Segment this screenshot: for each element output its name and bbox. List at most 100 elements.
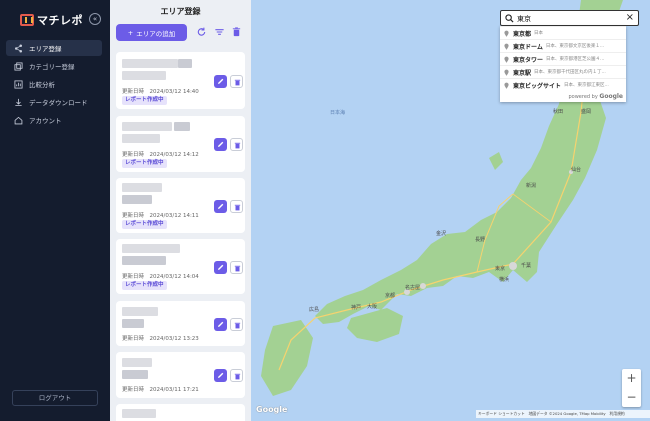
city-label-chiba: 千葉	[521, 263, 532, 269]
area-card[interactable]	[116, 404, 245, 421]
pencil-icon	[218, 264, 224, 270]
collapse-sidebar-button[interactable]: «	[89, 13, 101, 25]
map-attribution[interactable]: キーボード ショートカット 地図データ ©2024 Google, TMap M…	[476, 410, 650, 418]
plus-icon: +	[127, 28, 134, 37]
sidebar-item-area-registration[interactable]: エリア登録	[6, 40, 102, 56]
refresh-icon[interactable]	[196, 26, 207, 38]
search-suggestions: 東京都 日本 東京ドーム 日本、東京都文京区後楽１... 東京タワー 日本、東京…	[500, 26, 626, 102]
clear-search-icon[interactable]: ×	[626, 12, 634, 24]
trash-icon	[234, 322, 241, 329]
city-label-tokyo: 東京	[495, 266, 506, 272]
logout-button[interactable]: ログアウト	[12, 390, 98, 406]
city-label-niigata: 新潟	[526, 183, 537, 189]
sidebar: マチレポ « エリア登録 カテゴリー登録 比較分析 データダウンロード アカウン…	[0, 0, 110, 421]
area-list-panel: エリア登録 + エリアの追加 更新日時 2024/03/12 14:40 レポー…	[110, 0, 251, 421]
updated-at: 更新日時 2024/03/12 14:04	[122, 274, 199, 280]
suggestion-item[interactable]: 東京タワー 日本、東京都港区芝公園４...	[500, 52, 626, 65]
trash-icon	[234, 204, 241, 211]
delete-button[interactable]	[230, 200, 243, 213]
trash-icon	[234, 142, 241, 149]
sidebar-item-category-registration[interactable]: カテゴリー登録	[6, 58, 102, 74]
status-badge: レポート作成中	[122, 281, 167, 290]
area-card[interactable]: 更新日時 2024/03/12 14:11 レポート作成中	[116, 178, 245, 233]
sidebar-item-label: 比較分析	[29, 81, 55, 89]
home-icon	[14, 116, 23, 125]
share-icon	[14, 44, 23, 53]
city-label-morioka: 盛岡	[581, 109, 592, 115]
city-label-kobe: 神戸	[351, 305, 362, 311]
status-badge: レポート作成中	[122, 220, 167, 229]
redacted-area-address	[122, 370, 148, 379]
suggestion-sub: 日本、東京都千代田区丸の内１丁...	[534, 70, 606, 75]
city-label-sendai: 仙台	[571, 167, 582, 173]
redacted-area-name	[122, 59, 178, 68]
zoom-controls: + −	[622, 369, 641, 407]
filter-icon[interactable]	[214, 26, 225, 38]
powered-by-text: powered by	[568, 94, 598, 100]
map-search-box[interactable]: 東京 ×	[500, 10, 639, 26]
sidebar-item-data-download[interactable]: データダウンロード	[6, 94, 102, 110]
google-brand: Google	[599, 93, 623, 100]
sidebar-nav: エリア登録 カテゴリー登録 比較分析 データダウンロード アカウント	[6, 40, 102, 130]
delete-button[interactable]	[230, 75, 243, 88]
edit-button[interactable]	[214, 200, 227, 213]
trash-icon[interactable]	[231, 26, 242, 38]
redacted-area-address	[122, 134, 160, 143]
redacted-area-name	[174, 122, 190, 131]
sidebar-item-comparison-analysis[interactable]: 比較分析	[6, 76, 102, 92]
area-card[interactable]: 更新日時 2024/03/12 14:12 レポート作成中	[116, 116, 245, 172]
redacted-area-address	[122, 71, 166, 80]
search-input[interactable]: 東京	[517, 14, 531, 24]
updated-at: 更新日時 2024/03/12 14:12	[122, 152, 199, 158]
redacted-area-name	[178, 59, 192, 68]
delete-button[interactable]	[230, 261, 243, 274]
layers-icon	[14, 61, 23, 71]
redacted-area-name	[122, 122, 172, 131]
area-card[interactable]: 更新日時 2024/03/12 14:40 レポート作成中	[116, 52, 245, 109]
pencil-icon	[218, 78, 224, 84]
add-area-button[interactable]: + エリアの追加	[116, 24, 187, 41]
logo-mark-icon	[20, 14, 34, 26]
trash-icon	[234, 265, 241, 272]
suggestion-item[interactable]: 東京駅 日本、東京都千代田区丸の内１丁...	[500, 65, 626, 78]
edit-button[interactable]	[214, 138, 227, 151]
panel-title: エリア登録	[160, 7, 201, 16]
delete-button[interactable]	[230, 369, 243, 382]
city-label-hiroshima: 広島	[309, 307, 320, 313]
redacted-area-name	[122, 244, 180, 253]
city-label-akita: 秋田	[553, 109, 564, 115]
pencil-icon	[218, 372, 224, 378]
trash-icon	[234, 373, 241, 380]
sea-label: 日本海	[330, 110, 346, 116]
sidebar-item-account[interactable]: アカウント	[6, 112, 102, 128]
area-card[interactable]: 更新日時 2024/03/12 14:04 レポート作成中	[116, 239, 245, 294]
redacted-area-name	[122, 307, 158, 316]
location-pin-icon	[504, 82, 509, 89]
zoom-out-button[interactable]: −	[622, 388, 641, 407]
zoom-in-button[interactable]: +	[622, 369, 641, 388]
city-label-osaka: 大阪	[367, 304, 378, 310]
area-card[interactable]: 更新日時 2024/03/12 13:23	[116, 301, 245, 346]
download-icon	[14, 98, 23, 107]
edit-button[interactable]	[214, 75, 227, 88]
sidebar-item-label: アカウント	[29, 117, 62, 125]
suggestion-item[interactable]: 東京ビッグサイト 日本、東京都江東区...	[500, 78, 626, 91]
edit-button[interactable]	[214, 261, 227, 274]
app-logo[interactable]: マチレポ	[20, 12, 83, 28]
map-view[interactable]: 日本海 青森 秋田 盛岡 仙台 新潟 金沢 長野 東京 横浜 千葉 名古屋 京都…	[251, 0, 650, 421]
redacted-area-address	[122, 319, 144, 328]
edit-button[interactable]	[214, 369, 227, 382]
edit-button[interactable]	[214, 318, 227, 331]
suggestion-item[interactable]: 東京都 日本	[500, 26, 626, 39]
delete-button[interactable]	[230, 138, 243, 151]
redacted-area-name	[122, 358, 152, 367]
city-label-nagoya: 名古屋	[405, 285, 421, 291]
status-badge: レポート作成中	[122, 96, 167, 105]
google-logo: Google	[256, 405, 288, 414]
sidebar-item-label: データダウンロード	[29, 99, 88, 107]
delete-button[interactable]	[230, 318, 243, 331]
area-card[interactable]: 更新日時 2024/03/11 17:21	[116, 352, 245, 398]
suggestion-sub: 日本、東京都文京区後楽１...	[545, 44, 605, 49]
status-badge: レポート作成中	[122, 159, 167, 168]
suggestion-item[interactable]: 東京ドーム 日本、東京都文京区後楽１...	[500, 39, 626, 52]
